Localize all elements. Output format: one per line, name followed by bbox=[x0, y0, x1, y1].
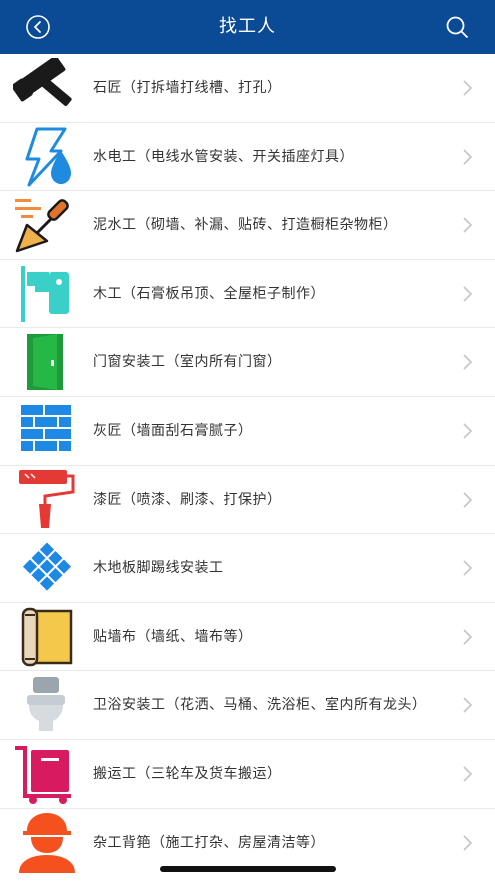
chevron-right-icon bbox=[463, 423, 473, 439]
list-item-label: 木地板脚踢线安装工 bbox=[93, 560, 224, 577]
list-item-wallcovering[interactable]: 贴墙布（墙纸、墙布等） bbox=[0, 602, 495, 672]
list-item-label: 漆匠（喷漆、刷漆、打保护） bbox=[93, 491, 282, 508]
list-item-label: 木工（石膏板吊顶、全屋柜子制作） bbox=[93, 285, 325, 302]
list-item-label: 卫浴安装工（花洒、马桶、洗浴柜、室内所有龙头） bbox=[93, 697, 427, 714]
list-item-bathroom[interactable]: 卫浴安装工（花洒、马桶、洗浴柜、室内所有龙头） bbox=[0, 671, 495, 740]
list-item-label: 泥水工（砌墙、补漏、贴砖、打造橱柜杂物柜） bbox=[93, 217, 398, 234]
brick-wall-icon bbox=[21, 404, 71, 451]
chevron-right-icon bbox=[463, 286, 473, 302]
floor-tiles-icon bbox=[22, 542, 72, 591]
water-electric-icon bbox=[25, 127, 71, 187]
list-item-label: 搬运工（三轮车及货车搬运） bbox=[93, 765, 282, 782]
list-item-carpenter[interactable]: 木工（石膏板吊顶、全屋柜子制作） bbox=[0, 259, 495, 329]
trowel-icon bbox=[15, 199, 69, 253]
chevron-right-icon bbox=[463, 217, 473, 233]
toilet-icon bbox=[27, 677, 65, 732]
paint-roller-icon bbox=[19, 469, 75, 528]
list-item-label: 灰匠（墙面刮石膏腻子） bbox=[93, 422, 253, 439]
hand-truck-icon bbox=[15, 745, 71, 804]
worker-category-list: 石匠（打拆墙打线槽、打孔） 水电工（电线水管安装、开关插座灯具） 泥水工（砌墙、… bbox=[0, 54, 495, 878]
chevron-right-icon bbox=[463, 80, 473, 96]
list-item-floor-skirting[interactable]: 木地板脚踢线安装工 bbox=[0, 534, 495, 603]
app-header: 找工人 bbox=[0, 0, 495, 54]
door-icon bbox=[27, 334, 63, 391]
list-item-painter[interactable]: 漆匠（喷漆、刷漆、打保护） bbox=[0, 465, 495, 535]
list-item-plasterer[interactable]: 灰匠（墙面刮石膏腻子） bbox=[0, 396, 495, 466]
chevron-right-icon bbox=[463, 149, 473, 165]
search-icon[interactable] bbox=[444, 14, 470, 40]
worker-icon bbox=[19, 812, 75, 873]
list-item-plumber-electrician[interactable]: 水电工（电线水管安装、开关插座灯具） bbox=[0, 122, 495, 192]
chevron-right-icon bbox=[463, 354, 473, 370]
chevron-right-icon bbox=[463, 560, 473, 576]
home-indicator[interactable] bbox=[160, 866, 336, 872]
list-item-label: 门窗安装工（室内所有门窗） bbox=[93, 354, 282, 371]
list-item-mason[interactable]: 泥水工（砌墙、补漏、贴砖、打造橱柜杂物柜） bbox=[0, 191, 495, 260]
list-item-door-window[interactable]: 门窗安装工（室内所有门窗） bbox=[0, 328, 495, 397]
list-item-porter[interactable]: 搬运工（三轮车及货车搬运） bbox=[0, 739, 495, 809]
chevron-right-icon bbox=[463, 697, 473, 713]
list-item-label: 水电工（电线水管安装、开关插座灯具） bbox=[93, 148, 354, 165]
chevron-right-icon bbox=[463, 629, 473, 645]
hammer-icon bbox=[13, 58, 72, 106]
drill-icon bbox=[21, 265, 69, 322]
chevron-right-icon bbox=[463, 766, 473, 782]
list-item-label: 石匠（打拆墙打线槽、打孔） bbox=[93, 80, 282, 96]
chevron-right-icon bbox=[463, 834, 473, 851]
chevron-right-icon bbox=[463, 491, 473, 508]
list-item-label: 贴墙布（墙纸、墙布等） bbox=[93, 628, 253, 645]
list-item-stonemason[interactable]: 石匠（打拆墙打线槽、打孔） bbox=[0, 54, 495, 123]
wallpaper-roll-icon bbox=[21, 607, 73, 666]
page-title: 找工人 bbox=[219, 16, 276, 37]
